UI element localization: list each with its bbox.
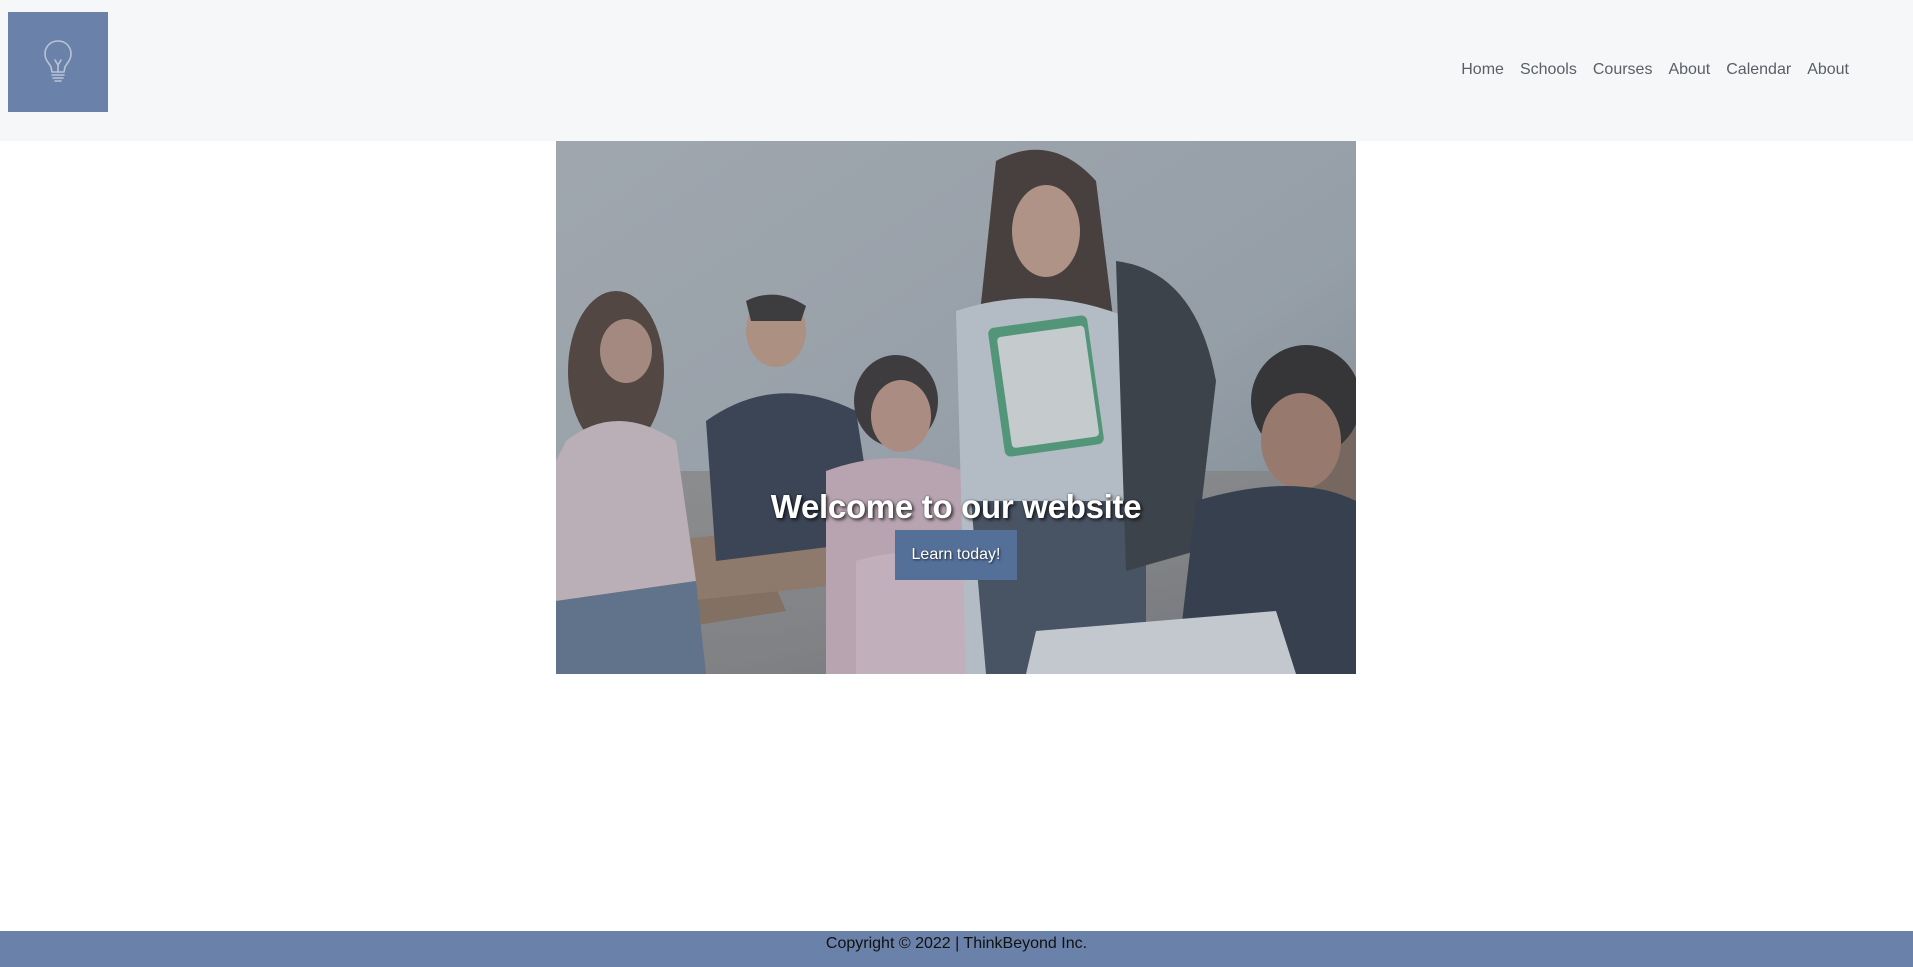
hero-section: Welcome to our website Learn today! xyxy=(556,141,1356,674)
nav-about-2[interactable]: About xyxy=(1799,60,1857,80)
learn-today-button[interactable]: Learn today! xyxy=(895,530,1017,580)
hero-photo xyxy=(556,141,1356,674)
nav-schools[interactable]: Schools xyxy=(1512,60,1585,80)
nav-about[interactable]: About xyxy=(1660,60,1718,80)
nav-calendar[interactable]: Calendar xyxy=(1718,60,1799,80)
main-nav: Home Schools Courses About Calendar Abou… xyxy=(1453,60,1857,80)
copyright-text: Copyright © 2022 | ThinkBeyond Inc. xyxy=(825,935,1088,952)
site-footer: Copyright © 2022 | ThinkBeyond Inc. xyxy=(0,931,1913,967)
hero-title: Welcome to our website xyxy=(770,488,1142,525)
nav-home[interactable]: Home xyxy=(1453,60,1512,80)
lightbulb-icon xyxy=(44,40,72,82)
logo[interactable] xyxy=(8,12,108,112)
nav-courses[interactable]: Courses xyxy=(1585,60,1661,80)
site-header: Home Schools Courses About Calendar Abou… xyxy=(0,0,1913,141)
